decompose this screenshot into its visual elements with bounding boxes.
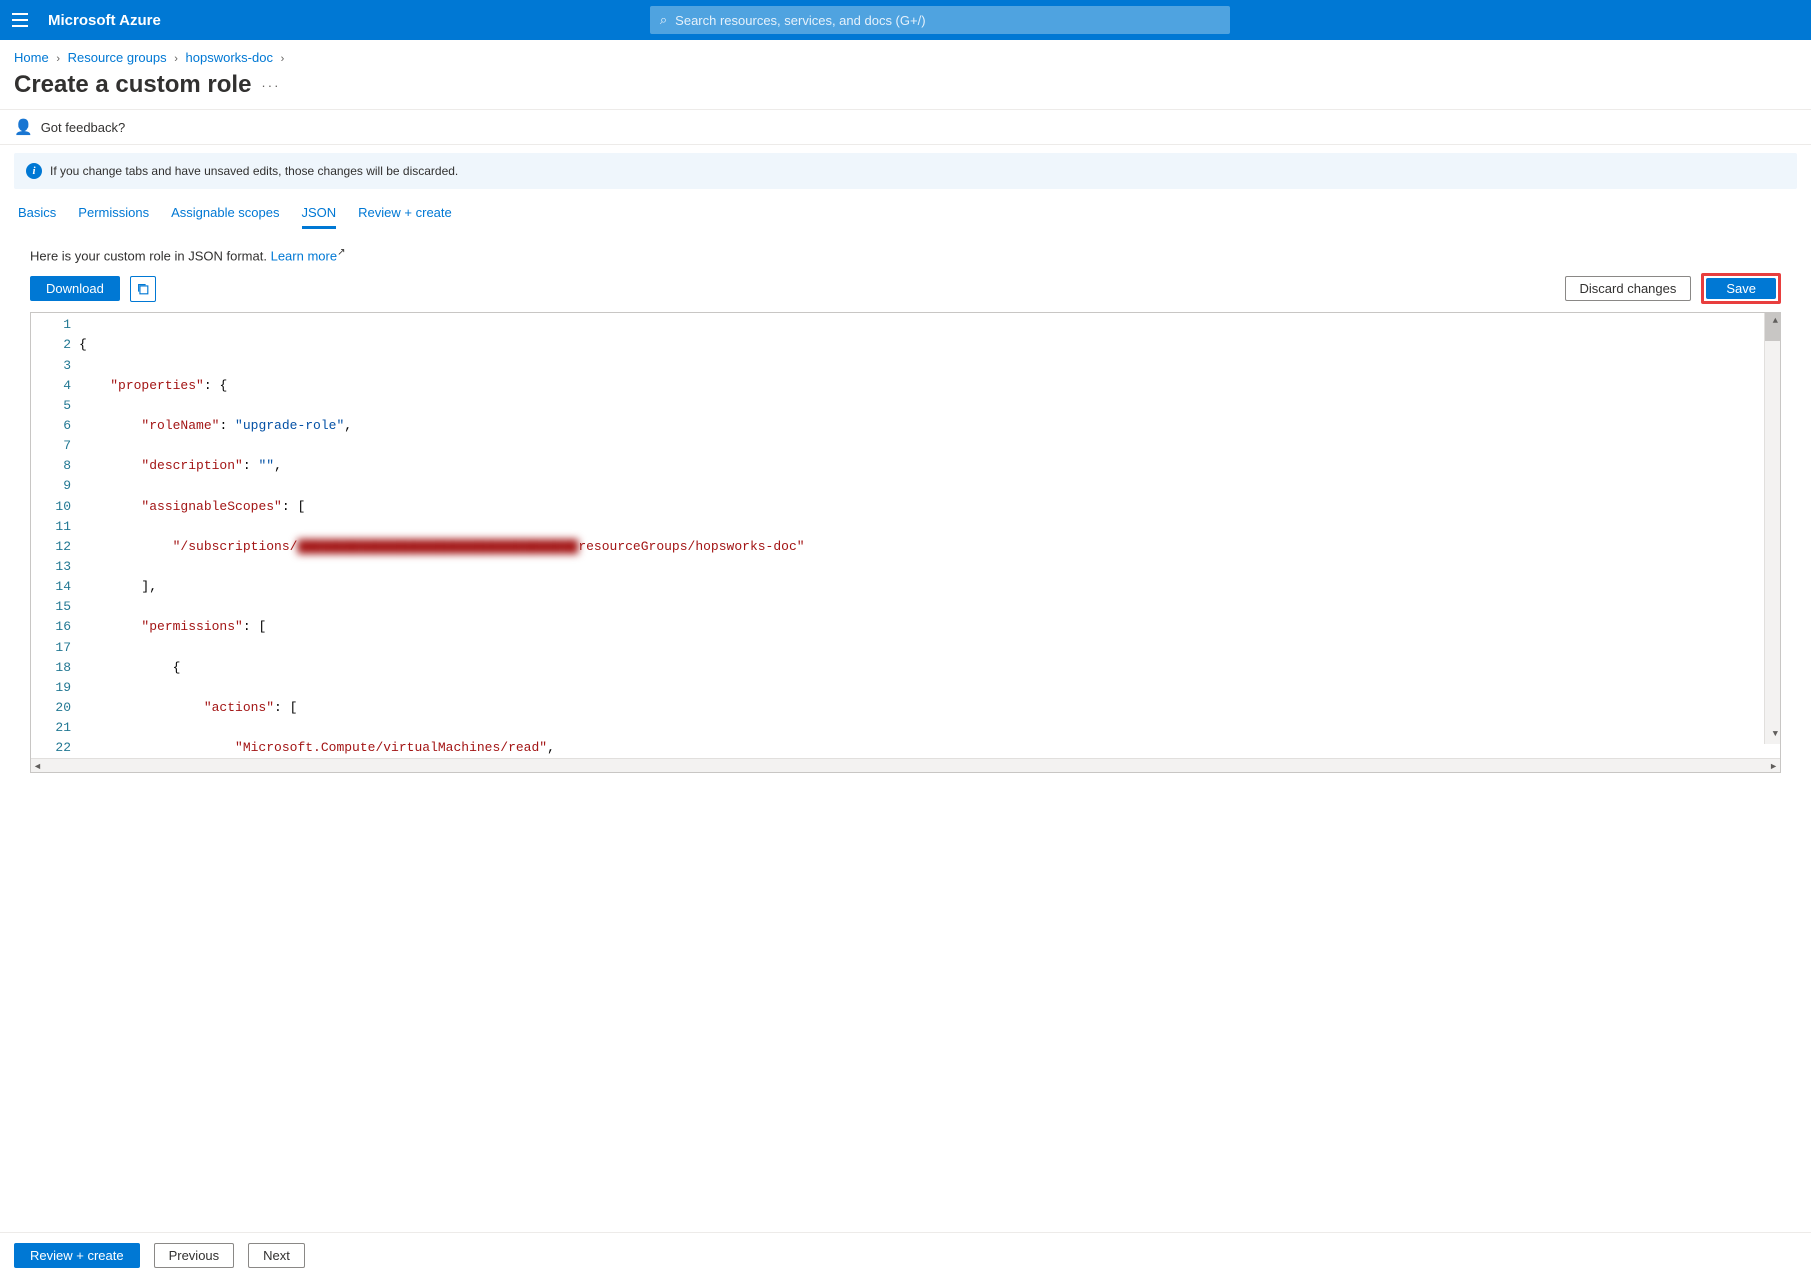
brand-label: Microsoft Azure	[48, 12, 161, 29]
tab-assignable-scopes[interactable]: Assignable scopes	[171, 205, 279, 229]
next-button[interactable]: Next	[248, 1243, 305, 1268]
content-area: Here is your custom role in JSON format.…	[0, 229, 1811, 1232]
more-actions-icon[interactable]: ···	[261, 78, 280, 93]
external-link-icon: ↗	[337, 247, 345, 258]
intro-text: Here is your custom role in JSON format.	[30, 248, 267, 263]
learn-more-link[interactable]: Learn more	[271, 248, 337, 263]
tab-basics[interactable]: Basics	[18, 205, 56, 229]
discard-changes-button[interactable]: Discard changes	[1565, 276, 1692, 301]
chevron-right-icon: ›	[281, 53, 285, 65]
global-search[interactable]: ⌕	[650, 6, 1230, 34]
tab-strip: Basics Permissions Assignable scopes JSO…	[0, 197, 1811, 229]
page-title: Create a custom role	[14, 71, 251, 99]
scroll-right-icon[interactable]: ►	[1769, 761, 1778, 771]
horizontal-scrollbar[interactable]: ◄ ►	[31, 758, 1780, 772]
intro-row: Here is your custom role in JSON format.…	[30, 247, 1781, 263]
scroll-down-icon[interactable]: ▼	[1773, 728, 1778, 742]
vertical-scrollbar[interactable]: ▲ ▼	[1764, 313, 1780, 744]
search-icon: ⌕	[660, 12, 667, 28]
copy-icon	[136, 282, 150, 296]
breadcrumb-hopsworks-doc[interactable]: hopsworks-doc	[186, 50, 273, 65]
hamburger-menu-icon[interactable]	[12, 10, 32, 30]
save-button[interactable]: Save	[1706, 278, 1776, 299]
json-toolbar: Download Discard changes Save	[30, 273, 1781, 304]
page-title-row: Create a custom role ···	[0, 67, 1811, 109]
save-button-highlight: Save	[1701, 273, 1781, 304]
breadcrumb-home[interactable]: Home	[14, 50, 49, 65]
scroll-left-icon[interactable]: ◄	[33, 761, 42, 771]
search-input[interactable]	[675, 13, 1220, 28]
previous-button[interactable]: Previous	[154, 1243, 235, 1268]
tab-review-create[interactable]: Review + create	[358, 205, 452, 229]
info-message-text: If you change tabs and have unsaved edit…	[50, 164, 458, 178]
scroll-up-icon[interactable]: ▲	[1773, 315, 1778, 329]
feedback-icon: 👤	[14, 118, 33, 136]
breadcrumb: Home › Resource groups › hopsworks-doc ›	[0, 40, 1811, 67]
chevron-right-icon: ›	[174, 53, 178, 65]
tab-permissions[interactable]: Permissions	[78, 205, 149, 229]
code-area[interactable]: { "properties": { "roleName": "upgrade-r…	[79, 313, 1780, 758]
chevron-right-icon: ›	[56, 53, 60, 65]
line-number-gutter: 1234567891011121314151617181920212223	[31, 313, 79, 758]
review-create-button[interactable]: Review + create	[14, 1243, 140, 1268]
json-editor[interactable]: 1234567891011121314151617181920212223 { …	[30, 312, 1781, 773]
footer-bar: Review + create Previous Next	[0, 1232, 1811, 1278]
global-header: Microsoft Azure ⌕	[0, 0, 1811, 40]
copy-button[interactable]	[130, 276, 156, 302]
tab-json[interactable]: JSON	[302, 205, 337, 229]
feedback-label[interactable]: Got feedback?	[41, 120, 126, 135]
info-message-bar: i If you change tabs and have unsaved ed…	[14, 153, 1797, 189]
feedback-bar: 👤 Got feedback?	[0, 109, 1811, 145]
breadcrumb-resource-groups[interactable]: Resource groups	[68, 50, 167, 65]
info-icon: i	[26, 163, 42, 179]
download-button[interactable]: Download	[30, 276, 120, 301]
